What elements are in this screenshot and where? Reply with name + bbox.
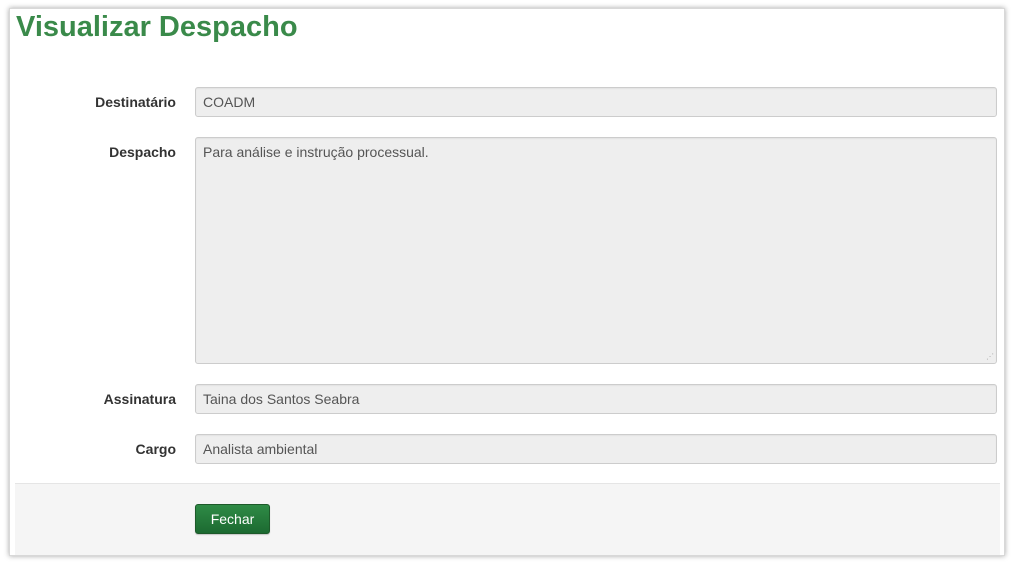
- destinatario-row: Destinatário COADM: [10, 87, 1006, 117]
- visualizar-despacho-dialog: Visualizar Despacho Destinatário COADM D…: [9, 8, 1005, 556]
- dialog-title: Visualizar Despacho: [16, 11, 298, 43]
- assinatura-field[interactable]: Taina dos Santos Seabra: [195, 384, 997, 414]
- assinatura-row: Assinatura Taina dos Santos Seabra: [10, 384, 1006, 414]
- despacho-text: Para análise e instrução processual.: [203, 144, 429, 160]
- despacho-textarea[interactable]: Para análise e instrução processual. ⋰: [195, 137, 997, 364]
- destinatario-field[interactable]: COADM: [195, 87, 997, 117]
- cargo-label: Cargo: [135, 441, 176, 457]
- dialog-footer: Fechar: [15, 483, 1000, 555]
- assinatura-label: Assinatura: [103, 391, 176, 407]
- close-button[interactable]: Fechar: [195, 504, 270, 534]
- destinatario-label: Destinatário: [95, 94, 176, 110]
- cargo-row: Cargo Analista ambiental: [10, 434, 1006, 464]
- despacho-label: Despacho: [109, 144, 176, 160]
- resize-grip-icon[interactable]: ⋰: [986, 353, 994, 361]
- despacho-row: Despacho Para análise e instrução proces…: [10, 137, 1006, 364]
- cargo-field[interactable]: Analista ambiental: [195, 434, 997, 464]
